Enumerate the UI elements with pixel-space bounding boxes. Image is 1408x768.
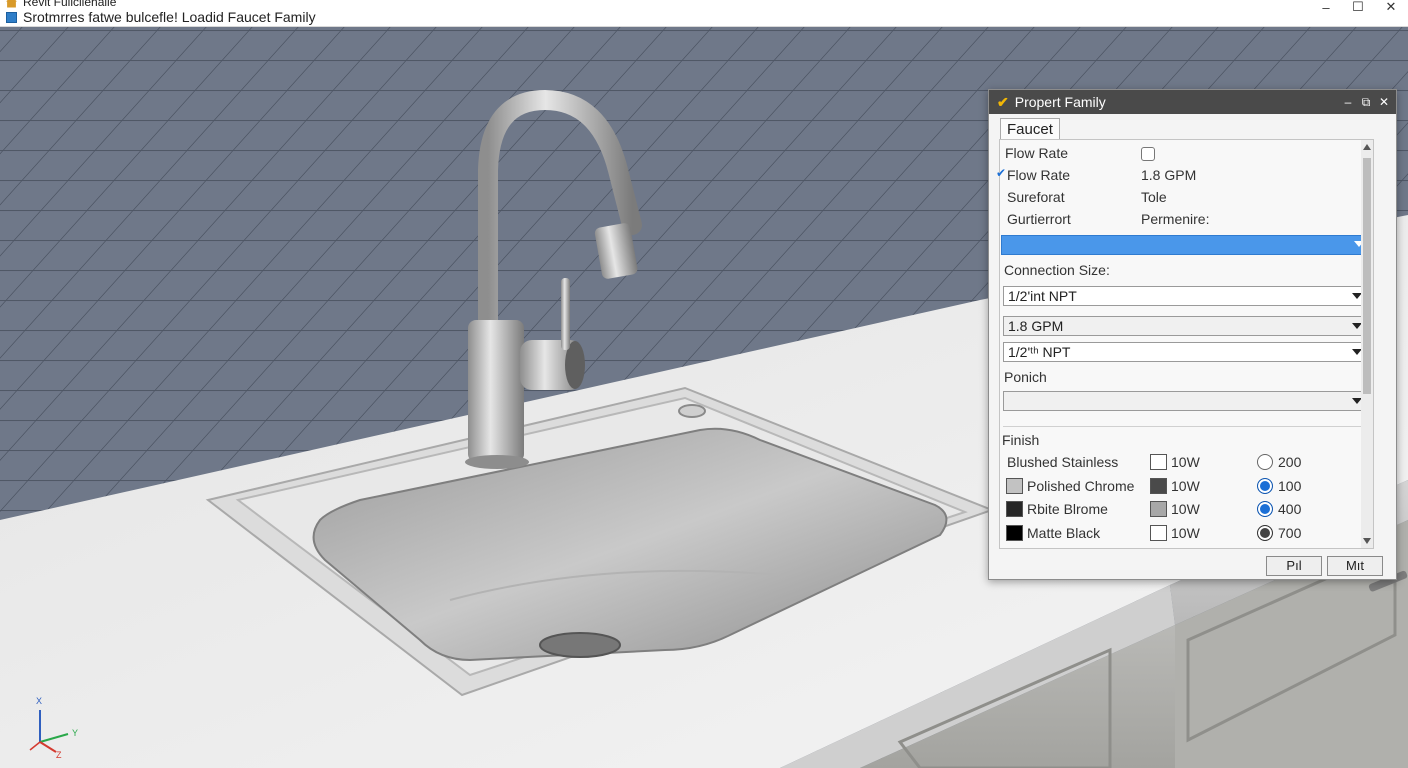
wattage-value: 10W	[1171, 525, 1200, 541]
param-value[interactable]: Permenire:	[1141, 211, 1209, 227]
axis-z-label: Z	[56, 750, 62, 760]
param-label: Flow Rate	[1005, 145, 1069, 161]
finish-swatch[interactable]	[1006, 501, 1023, 517]
wattage-value: 10W	[1171, 501, 1200, 517]
wattage-swatch[interactable]	[1150, 525, 1167, 541]
panel-title: Propert Family	[1014, 94, 1106, 110]
dropdown-value: 1/2'ᵗʰ NPT	[1008, 344, 1071, 360]
divider	[1003, 426, 1368, 427]
properties-content: Flow Rate ✔ Flow Rate 1.8 GPM Sureforat …	[996, 139, 1374, 549]
tab-faucet[interactable]: Faucet	[1000, 118, 1060, 140]
finish-radio[interactable]	[1257, 454, 1273, 470]
connection-size-label: Connection Size:	[1004, 262, 1110, 278]
maximize-button[interactable]: ☐	[1342, 0, 1374, 14]
param-value[interactable]: 1.8 GPM	[1141, 167, 1196, 183]
revit-home-icon	[6, 0, 17, 8]
finish-radio[interactable]	[1257, 478, 1273, 494]
wattage-value: 10W	[1171, 454, 1200, 470]
scroll-up-icon[interactable]	[1363, 144, 1371, 150]
finish-swatch[interactable]	[1006, 478, 1023, 494]
finish-radio[interactable]	[1257, 525, 1273, 541]
param-label: Flow Rate	[1007, 167, 1071, 183]
project-icon	[6, 11, 17, 23]
finish-value: 200	[1278, 454, 1302, 470]
wattage-value: 10W	[1171, 478, 1200, 494]
finish-value: 400	[1278, 501, 1302, 517]
properties-panel: ✔ Propert Family – ⧉ ✕ Faucet Flow Rate …	[988, 89, 1397, 580]
selected-type-dropdown[interactable]	[1001, 235, 1370, 255]
finish-label: Finish	[1002, 432, 1040, 448]
panel-close-button[interactable]: ✕	[1375, 92, 1393, 112]
app-title-line: Revit Fulicilehalle	[6, 0, 116, 9]
axis-x-label: X	[36, 696, 42, 706]
ponich-dropdown[interactable]	[1003, 391, 1368, 411]
finish-name[interactable]: Rbite Blrome	[1027, 501, 1108, 517]
flow-rate-checkbox[interactable]	[1141, 147, 1155, 161]
flow-rate-dropdown[interactable]: 1.8 GPM	[1003, 316, 1368, 336]
revit-window: Revit Fulicilehalle Srotmrres fatwe bulc…	[0, 0, 1408, 768]
panel-minimize-button[interactable]: –	[1339, 92, 1357, 112]
scroll-thumb[interactable]	[1363, 158, 1371, 394]
ok-button[interactable]: Mıt	[1327, 556, 1383, 576]
wattage-swatch[interactable]	[1150, 501, 1167, 517]
checkmark-icon: ✔	[996, 166, 1007, 180]
finish-name[interactable]: Polished Chrome	[1027, 478, 1134, 494]
panel-restore-button[interactable]: ⧉	[1357, 92, 1375, 112]
finish-swatch[interactable]	[1006, 525, 1023, 541]
properties-scrollbar[interactable]	[1361, 140, 1373, 548]
axis-y-label: Y	[72, 728, 78, 738]
param-label: Sureforat	[1007, 189, 1065, 205]
wattage-swatch[interactable]	[1150, 478, 1167, 494]
param-value[interactable]: Tole	[1141, 189, 1167, 205]
minimize-button[interactable]: –	[1310, 0, 1342, 15]
dropdown-value: 1/2'int NPT	[1008, 288, 1077, 304]
app-name: Revit Fulicilehalle	[23, 0, 117, 9]
revit-check-icon: ✔	[997, 93, 1009, 110]
finish-radio[interactable]	[1257, 501, 1273, 517]
apply-button[interactable]: Pıl	[1266, 556, 1322, 576]
title-bar: Revit Fulicilehalle Srotmrres fatwe bulc…	[0, 0, 1408, 27]
document-title-line: Srotmrres fatwe bulcefle! Loadid Faucet …	[6, 9, 316, 25]
panel-title-bar[interactable]: ✔ Propert Family – ⧉ ✕	[989, 90, 1396, 114]
ponich-label: Ponich	[1004, 369, 1047, 385]
thread-size-dropdown[interactable]: 1/2'ᵗʰ NPT	[1003, 342, 1368, 362]
axis-triad-icon: X Y Z	[29, 696, 78, 760]
wattage-swatch[interactable]	[1150, 454, 1167, 470]
finish-value: 100	[1278, 478, 1302, 494]
scroll-down-icon[interactable]	[1363, 538, 1371, 544]
param-label: Gurtierrort	[1007, 211, 1071, 227]
finish-value: 700	[1278, 525, 1302, 541]
dropdown-value: 1.8 GPM	[1008, 318, 1064, 334]
connection-size-dropdown[interactable]: 1/2'int NPT	[1003, 286, 1368, 306]
close-button[interactable]: ✕	[1375, 0, 1407, 14]
finish-name[interactable]: Matte Black	[1027, 525, 1100, 541]
finish-name[interactable]: Blushed Stainless	[1007, 454, 1118, 470]
window-title: Srotmrres fatwe bulcefle! Loadid Faucet …	[23, 9, 316, 25]
